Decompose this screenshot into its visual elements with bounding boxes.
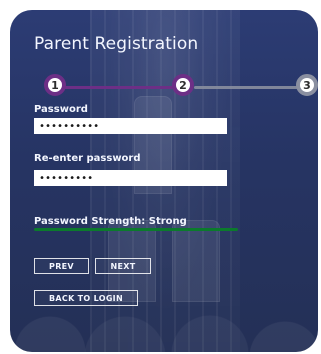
back-to-login-button[interactable]: BACK TO LOGIN [34, 290, 138, 306]
reenter-password-input[interactable] [34, 170, 227, 186]
reenter-password-label: Re-enter password [34, 153, 141, 164]
password-strength-bar [34, 228, 238, 231]
next-button[interactable]: NEXT [95, 258, 151, 274]
step-2-label: 2 [179, 78, 187, 92]
step-1-label: 1 [51, 78, 59, 92]
registration-stepper: 1 2 3 [34, 74, 318, 102]
prev-button[interactable]: PREV [34, 258, 89, 274]
stepper-remaining-line [194, 86, 298, 89]
page-title: Parent Registration [34, 34, 199, 54]
step-3-indicator: 3 [296, 74, 318, 96]
app-frame: Parent Registration 1 2 3 Password Re-en… [0, 0, 321, 354]
password-input[interactable] [34, 118, 227, 134]
password-label: Password [34, 104, 88, 115]
step-1-indicator: 1 [44, 74, 66, 96]
stepper-progress-line [60, 86, 180, 89]
step-3-label: 3 [303, 78, 311, 92]
step-2-indicator: 2 [172, 74, 194, 96]
password-strength-text: Password Strength: Strong [34, 216, 187, 227]
registration-card: Parent Registration 1 2 3 Password Re-en… [10, 10, 318, 352]
